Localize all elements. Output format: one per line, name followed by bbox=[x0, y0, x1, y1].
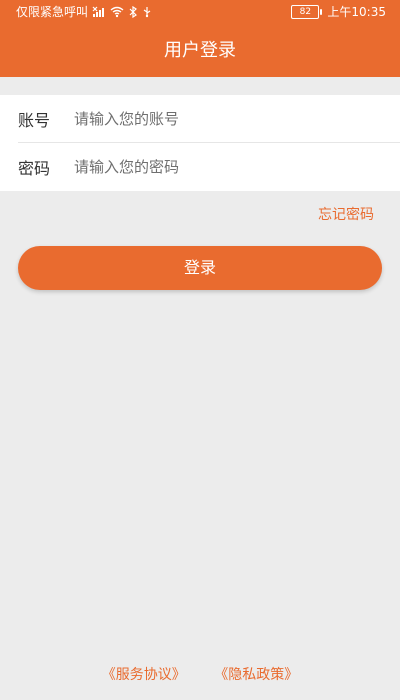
account-input[interactable] bbox=[72, 109, 384, 129]
status-bar: 仅限紧急呼叫 82 上午10:35 bbox=[0, 0, 400, 24]
account-label: 账号 bbox=[18, 111, 51, 130]
login-form: 账号 密码 bbox=[0, 95, 400, 191]
account-row: 账号 bbox=[0, 95, 400, 143]
signal-x-icon bbox=[92, 0, 106, 24]
page-title: 用户登录 bbox=[164, 40, 236, 61]
status-left: 仅限紧急呼叫 bbox=[16, 0, 152, 24]
app-header: 仅限紧急呼叫 82 上午10:35 用户登录 bbox=[0, 0, 400, 77]
bluetooth-icon bbox=[128, 0, 138, 24]
password-label: 密码 bbox=[18, 159, 51, 178]
battery-indicator: 82 bbox=[291, 5, 323, 19]
status-right: 82 上午10:35 bbox=[291, 0, 386, 24]
status-time: 上午10:35 bbox=[327, 5, 386, 19]
forgot-password-link[interactable]: 忘记密码 bbox=[318, 205, 374, 225]
login-button[interactable]: 登录 bbox=[18, 246, 382, 290]
password-row: 密码 bbox=[0, 143, 400, 191]
footer-links: 《服务协议》 《隐私政策》 bbox=[0, 664, 400, 684]
privacy-policy-link[interactable]: 《隐私政策》 bbox=[214, 664, 298, 684]
carrier-text: 仅限紧急呼叫 bbox=[16, 5, 89, 19]
service-agreement-link[interactable]: 《服务协议》 bbox=[102, 664, 186, 684]
wifi-icon bbox=[110, 0, 124, 24]
password-input[interactable] bbox=[72, 157, 384, 177]
usb-icon bbox=[142, 0, 152, 24]
